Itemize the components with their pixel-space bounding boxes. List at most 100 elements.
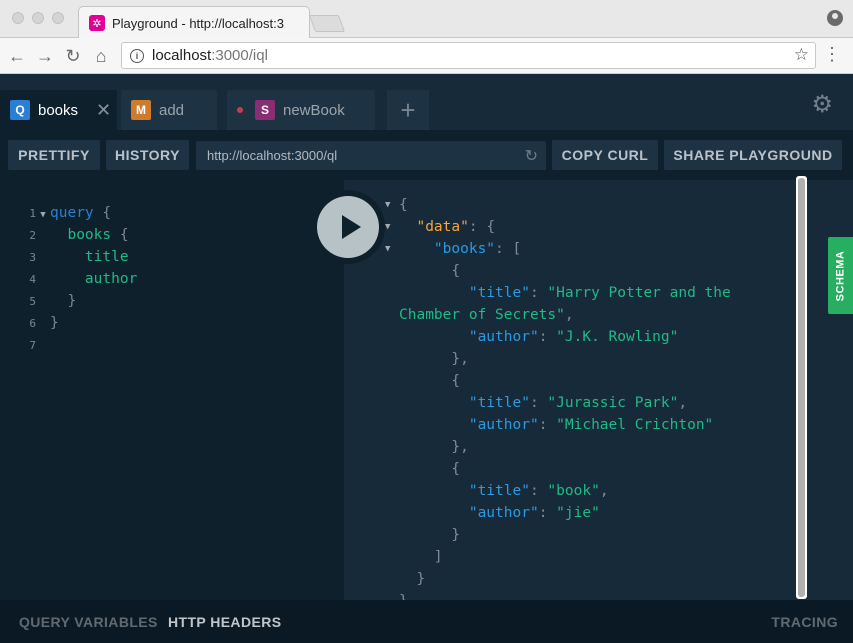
query-variables-tab[interactable]: QUERY VARIABLES xyxy=(19,614,158,630)
home-icon[interactable]: ⌂ xyxy=(90,45,112,67)
query-editor[interactable]: 1 ▼ query { 2 books { 3 title 4 author 5 }… xyxy=(0,180,344,600)
json-line: "author": "Michael Crichton" xyxy=(468,417,714,433)
tab-newbook[interactable]: S newBook xyxy=(227,90,375,130)
bookmark-star-icon[interactable]: ☆ xyxy=(794,45,809,65)
code-punct: { xyxy=(93,205,112,221)
json-line: { xyxy=(399,194,408,216)
mutation-badge: M xyxy=(131,100,151,120)
json-key-author: "author" xyxy=(468,329,539,345)
fold-arrow-icon[interactable]: ▼ xyxy=(385,222,390,232)
unsaved-dot-icon xyxy=(237,107,243,113)
browser-tab[interactable]: ✲ Playground - http://localhost:3 xyxy=(78,6,310,39)
bottom-panel-bar: QUERY VARIABLES HTTP HEADERS TRACING xyxy=(0,600,853,643)
browser-tab-strip: ✲ Playground - http://localhost:3 xyxy=(0,0,853,39)
json-line: } xyxy=(399,571,426,587)
json-line: { xyxy=(399,263,461,279)
json-string: Chamber of Secrets" xyxy=(399,307,565,323)
code-line: 4 author xyxy=(0,268,137,290)
json-line: "author": "jie" xyxy=(468,505,600,521)
history-button[interactable]: HISTORY xyxy=(106,140,189,170)
query-keyword: query xyxy=(50,205,94,221)
execute-query-button[interactable] xyxy=(311,190,385,264)
code-punct: } xyxy=(50,315,59,331)
prettify-button[interactable]: PRETTIFY xyxy=(8,140,100,170)
fold-arrow-icon[interactable]: ▼ xyxy=(385,200,390,210)
minimize-window-button[interactable] xyxy=(32,12,44,24)
json-string: "book" xyxy=(547,483,600,499)
json-line: "author": "J.K. Rowling" xyxy=(468,329,679,345)
gear-icon[interactable]: ⚙ xyxy=(811,90,833,119)
result-pane[interactable]: ▼ ▼ ▼ { "data": { "books": [ { "title": … xyxy=(344,180,853,600)
json-string: "jie" xyxy=(556,505,600,521)
json-key-author: "author" xyxy=(468,417,539,433)
schema-tab[interactable]: SCHEMA xyxy=(828,237,853,314)
maximize-window-button[interactable] xyxy=(52,12,64,24)
add-tab-button[interactable]: + xyxy=(387,90,429,130)
line-number: 1 xyxy=(29,207,36,220)
url-path: :3000/iql xyxy=(211,47,268,64)
json-line: Chamber of Secrets", xyxy=(399,307,574,323)
code-line: 3 title xyxy=(0,246,129,268)
share-playground-button[interactable]: SHARE PLAYGROUND xyxy=(664,140,842,170)
line-number: 3 xyxy=(29,251,36,264)
json-string: "Harry Potter and the xyxy=(547,285,731,301)
json-line: } xyxy=(399,527,461,543)
close-icon[interactable]: ✕ xyxy=(96,100,111,121)
query-badge: Q xyxy=(10,100,30,120)
browser-menu-icon[interactable]: ⋮ xyxy=(823,44,841,65)
json-line: "title": "Harry Potter and the xyxy=(468,285,731,301)
close-window-button[interactable] xyxy=(12,12,24,24)
tab-add[interactable]: M add xyxy=(121,90,217,130)
result-scrollbar[interactable] xyxy=(796,176,807,599)
code-field: title xyxy=(84,249,129,265)
line-number: 6 xyxy=(29,317,36,330)
reload-schema-icon[interactable]: ↻ xyxy=(525,146,538,166)
code-field: books xyxy=(67,227,112,243)
endpoint-url: http://localhost:3000/ql xyxy=(207,148,338,163)
json-line: "title": "book", xyxy=(468,483,609,499)
tracing-tab[interactable]: TRACING xyxy=(771,614,838,630)
code-line: 5 } xyxy=(0,290,76,312)
endpoint-input[interactable]: http://localhost:3000/ql ↻ xyxy=(196,141,546,170)
json-brace: { xyxy=(399,197,408,213)
line-number: 2 xyxy=(29,229,36,242)
json-string: "J.K. Rowling" xyxy=(556,329,679,345)
json-line: } xyxy=(399,590,408,600)
code-line: 2 books { xyxy=(0,224,128,246)
url-input[interactable]: i localhost:3000/iql ☆ xyxy=(121,42,816,69)
line-number: 7 xyxy=(29,339,36,352)
play-icon xyxy=(317,196,379,258)
json-key-author: "author" xyxy=(468,505,539,521)
json-key-books: "books" xyxy=(433,241,496,257)
tab-label: newBook xyxy=(283,101,345,119)
code-field: author xyxy=(84,271,138,287)
json-key-title: "title" xyxy=(468,395,530,411)
reload-icon[interactable]: ↻ xyxy=(62,45,84,67)
subscription-badge: S xyxy=(255,100,275,120)
code-punct: } xyxy=(67,293,77,309)
json-line: { xyxy=(399,461,461,477)
url-host: localhost xyxy=(152,47,212,64)
line-number: 4 xyxy=(29,273,36,286)
copy-curl-button[interactable]: COPY CURL xyxy=(552,140,658,170)
fold-arrow-icon[interactable]: ▼ xyxy=(36,204,50,226)
json-line: }, xyxy=(399,351,469,367)
tab-label: books xyxy=(38,101,79,119)
info-icon[interactable]: i xyxy=(130,48,144,63)
forward-arrow-icon[interactable]: → xyxy=(34,45,56,67)
address-bar-row: ← → ↻ ⌂ i localhost:3000/iql ☆ ⋮ xyxy=(0,38,853,74)
json-line: ] xyxy=(399,549,443,565)
playground-toolbar: PRETTIFY HISTORY http://localhost:3000/q… xyxy=(0,130,853,180)
code-line: 6 } xyxy=(0,312,59,334)
http-headers-tab[interactable]: HTTP HEADERS xyxy=(168,614,281,630)
scrollbar-thumb[interactable] xyxy=(798,178,805,597)
tab-books[interactable]: Q books ✕ xyxy=(0,90,117,130)
new-browser-tab-button[interactable] xyxy=(308,15,346,32)
code-line: 7 xyxy=(0,334,36,356)
json-key-data: "data" xyxy=(416,219,469,235)
browser-tab-title: Playground - http://localhost:3 xyxy=(112,15,284,31)
profile-icon[interactable] xyxy=(827,10,843,26)
back-arrow-icon[interactable]: ← xyxy=(6,45,28,67)
fold-arrow-icon[interactable]: ▼ xyxy=(385,244,390,254)
json-key-title: "title" xyxy=(468,285,530,301)
